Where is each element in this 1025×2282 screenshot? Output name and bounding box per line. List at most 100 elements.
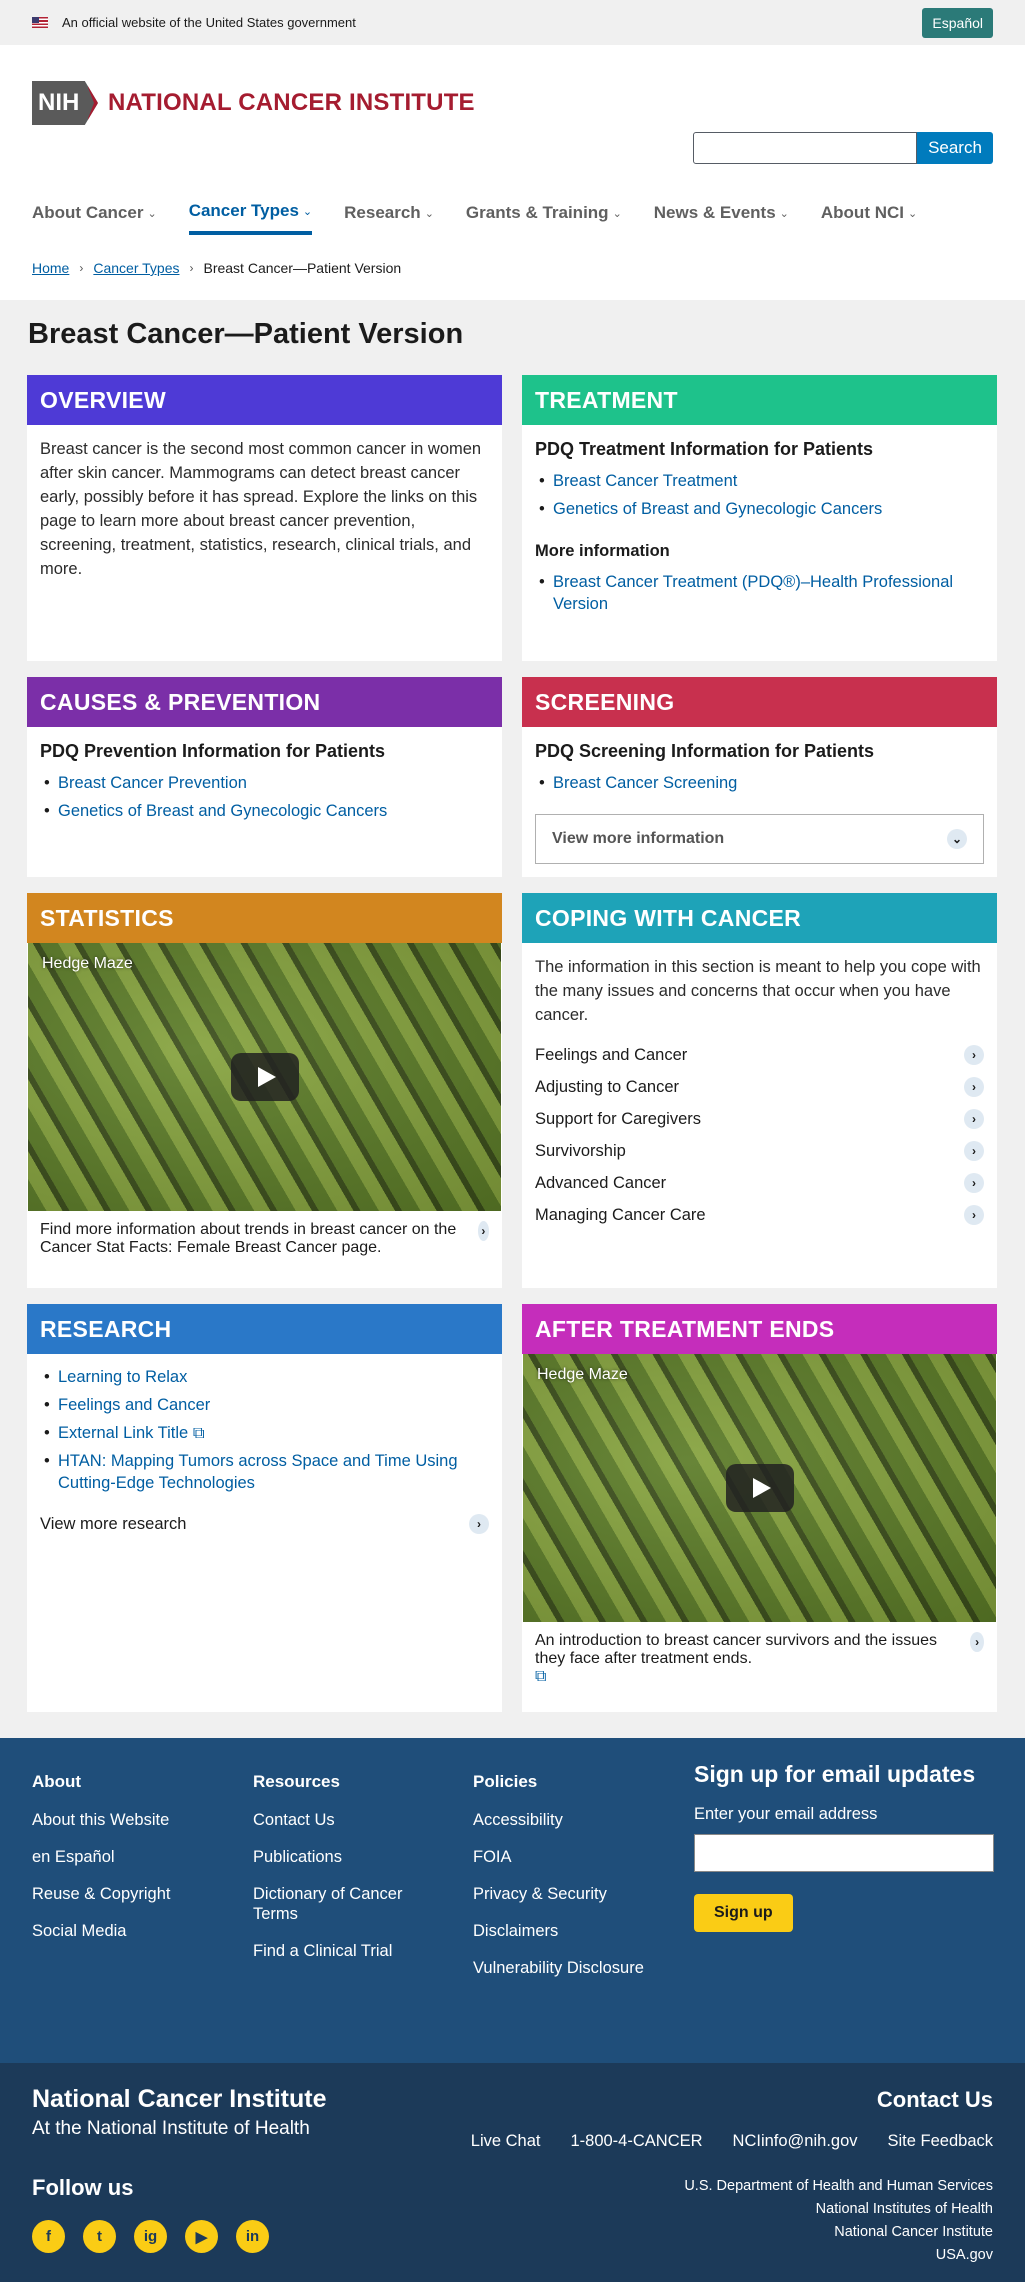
espanol-button[interactable]: Español xyxy=(922,7,993,38)
nav-news-events[interactable]: News & Events ⌄ xyxy=(654,201,789,235)
more-info-links: Breast Cancer Treatment (PDQ®)–Health Pr… xyxy=(535,571,984,615)
signup-button[interactable]: Sign up xyxy=(694,1894,793,1932)
coping-body: The information in this section is meant… xyxy=(522,943,997,1247)
footer-bottom: National Cancer Institute At the Nationa… xyxy=(0,2063,1025,2282)
treatment-link[interactable]: Breast Cancer Treatment xyxy=(535,470,984,492)
footer-link[interactable]: Reuse & Copyright xyxy=(32,1884,171,1904)
footer-link[interactable]: FOIA xyxy=(473,1847,644,1867)
footer-heading: About xyxy=(32,1772,82,1791)
instagram-icon[interactable]: ig xyxy=(134,2220,167,2253)
footer-link[interactable]: Find a Clinical Trial xyxy=(253,1941,433,1961)
chevron-right-icon: › xyxy=(964,1045,984,1065)
footer-link[interactable]: Social Media xyxy=(32,1921,171,1941)
contact-link[interactable]: NCIinfo@nih.gov xyxy=(733,2132,858,2151)
research-body: Learning to Relax Feelings and Cancer Ex… xyxy=(27,1354,502,1556)
chevron-right-icon: › xyxy=(79,261,84,275)
video-player[interactable]: Hedge Maze xyxy=(523,1354,996,1622)
play-icon[interactable] xyxy=(230,1053,299,1101)
footer-link[interactable]: About this Website xyxy=(32,1810,171,1830)
nav-grants-training[interactable]: Grants & Training ⌄ xyxy=(466,201,622,235)
chevron-right-icon: › xyxy=(964,1077,984,1097)
email-field[interactable] xyxy=(694,1834,994,1872)
contact-link[interactable]: Live Chat xyxy=(471,2132,541,2151)
statistics-caption-row[interactable]: Find more information about trends in br… xyxy=(27,1211,502,1271)
us-flag-icon xyxy=(32,17,48,28)
research-link-external[interactable]: External Link Title ⧉ xyxy=(40,1422,489,1444)
research-link[interactable]: Feelings and Cancer xyxy=(40,1394,489,1416)
breadcrumb-cancer-types[interactable]: Cancer Types xyxy=(93,260,179,276)
coping-item[interactable]: Feelings and Cancer › xyxy=(535,1039,984,1071)
after-treatment-card: AFTER TREATMENT ENDS Hedge Maze An intro… xyxy=(522,1304,997,1712)
play-icon[interactable] xyxy=(725,1464,794,1512)
gov-link[interactable]: National Cancer Institute xyxy=(684,2221,993,2244)
coping-item-label: Support for Caregivers xyxy=(535,1110,701,1128)
coping-item[interactable]: Survivorship › xyxy=(535,1135,984,1167)
search-button[interactable]: Search xyxy=(917,132,993,164)
footer: About About this Website en Español Reus… xyxy=(0,1738,1025,2063)
causes-link[interactable]: Breast Cancer Prevention xyxy=(40,772,489,794)
nci-logo[interactable]: NIH NATIONAL CANCER INSTITUTE xyxy=(32,81,475,125)
gov-banner-left: An official website of the United States… xyxy=(32,15,356,30)
nav-label: News & Events xyxy=(653,203,776,222)
coping-item-label: Managing Cancer Care xyxy=(535,1206,706,1224)
chevron-right-icon: › xyxy=(964,1141,984,1161)
view-more-research[interactable]: View more research › xyxy=(40,1508,489,1540)
logo-text: NATIONAL CANCER INSTITUTE xyxy=(108,89,475,116)
video-player[interactable]: Hedge Maze xyxy=(28,943,501,1211)
footer-link[interactable]: Vulnerability Disclosure xyxy=(473,1958,644,1978)
gov-links: U.S. Department of Health and Human Serv… xyxy=(684,2175,993,2267)
coping-text: The information in this section is meant… xyxy=(535,958,981,1024)
statistics-card: STATISTICS Hedge Maze Find more informat… xyxy=(27,893,502,1288)
footer-policies: Policies Accessibility FOIA Privacy & Se… xyxy=(473,1772,644,1995)
view-more-expander[interactable]: View more information ⌄ xyxy=(535,814,984,864)
screening-link[interactable]: Breast Cancer Screening xyxy=(535,772,984,794)
twitter-icon[interactable]: t xyxy=(83,2220,116,2253)
causes-body: PDQ Prevention Information for Patients … xyxy=(27,727,502,844)
statistics-heading: STATISTICS xyxy=(27,893,502,943)
nav-about-cancer[interactable]: About Cancer ⌄ xyxy=(32,201,157,235)
footer-link[interactable]: Disclaimers xyxy=(473,1921,644,1941)
causes-link[interactable]: Genetics of Breast and Gynecologic Cance… xyxy=(40,800,489,822)
nih-logo-icon: NIH xyxy=(32,81,98,125)
research-link[interactable]: HTAN: Mapping Tumors across Space and Ti… xyxy=(40,1450,489,1494)
coping-card: COPING WITH CANCER The information in th… xyxy=(522,893,997,1288)
footer-link[interactable]: Dictionary of Cancer Terms xyxy=(253,1884,433,1924)
footer-link[interactable]: Contact Us xyxy=(253,1810,433,1830)
video-title: Hedge Maze xyxy=(537,1366,628,1383)
youtube-icon[interactable]: ▶ xyxy=(185,2220,218,2253)
footer-link[interactable]: Publications xyxy=(253,1847,433,1867)
research-links: Learning to Relax Feelings and Cancer Ex… xyxy=(40,1366,489,1494)
nav-research[interactable]: Research ⌄ xyxy=(344,201,434,235)
treatment-link[interactable]: Genetics of Breast and Gynecologic Cance… xyxy=(535,498,984,520)
coping-item[interactable]: Support for Caregivers › xyxy=(535,1103,984,1135)
follow-us-heading: Follow us xyxy=(32,2175,134,2200)
breadcrumb-home[interactable]: Home xyxy=(32,260,69,276)
footer-link[interactable]: Privacy & Security xyxy=(473,1884,644,1904)
research-link[interactable]: Learning to Relax xyxy=(40,1366,489,1388)
coping-item[interactable]: Adjusting to Cancer › xyxy=(535,1071,984,1103)
gov-link[interactable]: USA.gov xyxy=(684,2244,993,2267)
coping-item[interactable]: Managing Cancer Care › xyxy=(535,1199,984,1231)
footer-link[interactable]: Accessibility xyxy=(473,1810,644,1830)
search-input[interactable] xyxy=(693,132,917,164)
nav-about-nci[interactable]: About NCI ⌄ xyxy=(821,201,917,235)
coping-item-label: Feelings and Cancer xyxy=(535,1046,688,1064)
contact-link[interactable]: 1-800-4-CANCER xyxy=(570,2132,702,2151)
linkedin-icon[interactable]: in xyxy=(236,2220,269,2253)
footer-heading: Resources xyxy=(253,1772,340,1791)
after-caption-row[interactable]: An introduction to breast cancer survivo… xyxy=(522,1622,997,1700)
gov-link[interactable]: U.S. Department of Health and Human Serv… xyxy=(684,2175,993,2198)
chevron-down-icon: ⌄ xyxy=(907,207,918,220)
chevron-down-icon: ⌄ xyxy=(147,207,157,220)
facebook-icon[interactable]: f xyxy=(32,2220,65,2253)
footer-link[interactable]: en Español xyxy=(32,1847,171,1867)
contact-link[interactable]: Site Feedback xyxy=(888,2132,993,2151)
nav-cancer-types[interactable]: Cancer Types ⌄ xyxy=(188,201,313,235)
gov-link[interactable]: National Institutes of Health xyxy=(684,2198,993,2221)
coping-item[interactable]: Advanced Cancer › xyxy=(535,1167,984,1199)
screening-card: SCREENING PDQ Screening Information for … xyxy=(522,677,997,877)
treatment-card: TREATMENT PDQ Treatment Information for … xyxy=(522,375,997,661)
hp-version-link[interactable]: Breast Cancer Treatment (PDQ®)–Health Pr… xyxy=(535,571,984,615)
screening-subhead: PDQ Screening Information for Patients xyxy=(535,741,875,761)
more-info-heading: More information xyxy=(535,542,670,560)
